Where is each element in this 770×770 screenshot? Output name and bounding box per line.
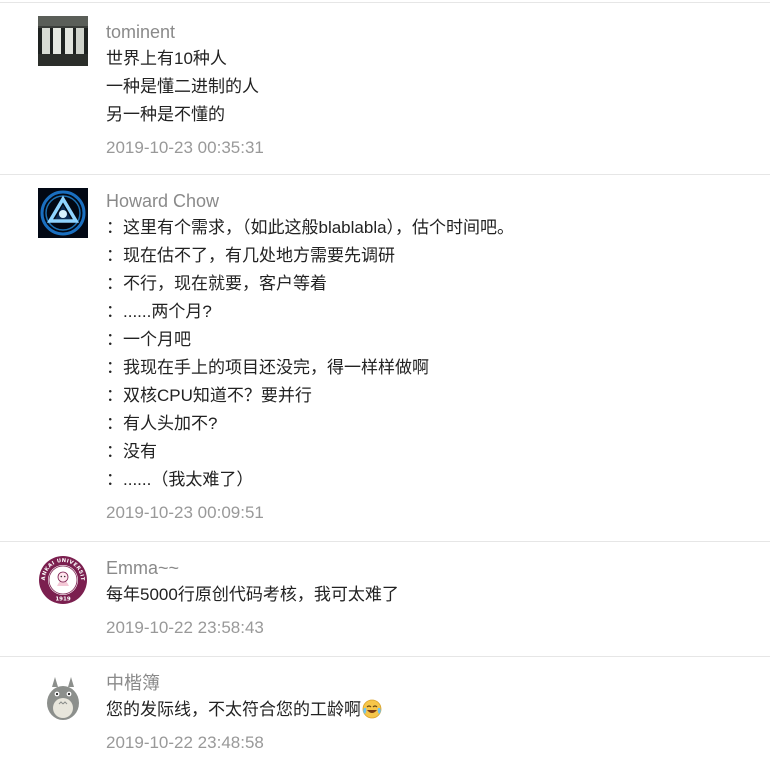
comment-line: 世界上有10种人 — [106, 49, 227, 68]
comment-line: ：双核CPU知道不？要并行 — [106, 386, 312, 405]
comment-timestamp: 2019-10-22 23:58:43 — [106, 618, 264, 637]
comment-author[interactable]: Emma~~ — [106, 557, 760, 579]
comment-line: ：我现在手上的项目还没完，得一样样做啊 — [106, 358, 429, 377]
comment-line: ：......（我太难了） — [106, 470, 254, 489]
comment-line: 您的发际线，不太符合您的工龄啊 — [106, 696, 760, 724]
comment-line: ：这里有个需求，（如此这般blablabla），估个时间吧。 — [106, 218, 515, 237]
comment-author[interactable]: 中楷簿 — [106, 672, 760, 694]
comment-timestamp: 2019-10-23 00:35:31 — [106, 138, 264, 157]
comment-line: 一种是懂二进制的人 — [106, 77, 259, 96]
comment-line: ：一个月吧 — [106, 330, 191, 349]
comment-item: NANKAI UNIVERSITY 1919 Emma~~ 每年5000行原创代… — [0, 541, 770, 656]
comment-line: ：没有 — [106, 442, 157, 461]
laughing-crying-emoji-icon — [362, 699, 382, 719]
comment-item: tominent 世界上有10种人 一种是懂二进制的人 另一种是不懂的 2019… — [0, 2, 770, 174]
comment-line: ：有人头加不? — [106, 414, 218, 433]
seal-year: 1919 — [55, 597, 70, 603]
comment-line: ：......两个月? — [106, 302, 212, 321]
avatar[interactable] — [38, 16, 88, 66]
avatar[interactable] — [38, 188, 88, 238]
avatar[interactable] — [38, 673, 88, 723]
comment-line: 每年5000行原创代码考核，我可太难了 — [106, 585, 399, 604]
avatar[interactable]: NANKAI UNIVERSITY 1919 — [38, 555, 88, 605]
comment-item: Howard Chow ：这里有个需求，（如此这般blablabla），估个时间… — [0, 174, 770, 541]
comment-line: ：不行，现在就要，客户等着 — [106, 274, 327, 293]
comment-timestamp: 2019-10-23 00:09:51 — [106, 503, 264, 522]
comment-timestamp: 2019-10-22 23:48:58 — [106, 733, 264, 752]
comment-text: 您的发际线，不太符合您的工龄啊 — [106, 700, 361, 719]
totoro-avatar-icon — [38, 673, 88, 723]
arc-reactor-avatar-icon — [38, 188, 88, 238]
comment-author[interactable]: tominent — [106, 21, 760, 43]
photo-avatar-doors-icon — [38, 16, 88, 66]
university-seal-avatar-icon: NANKAI UNIVERSITY 1919 — [38, 555, 88, 605]
comment-line: 另一种是不懂的 — [106, 105, 225, 124]
comment-item: 中楷簿 您的发际线，不太符合您的工龄啊 2019-10-22 23:48:58 — [0, 656, 770, 770]
comment-line: ：现在估不了，有几处地方需要先调研 — [106, 246, 395, 265]
comment-author[interactable]: Howard Chow — [106, 190, 760, 212]
